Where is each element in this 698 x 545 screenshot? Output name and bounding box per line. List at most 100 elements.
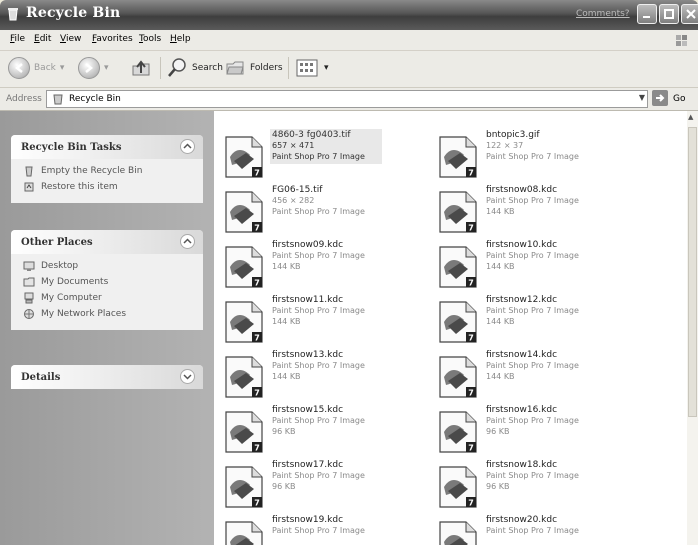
menu-help[interactable]: Help	[170, 34, 191, 44]
go-arrow-icon[interactable]	[652, 90, 668, 106]
file-name: 4860-3 fg0403.tif	[272, 130, 351, 140]
file-meta: Paint Shop Pro 7 Image	[272, 152, 365, 161]
panel-header[interactable]: Recycle Bin Tasks	[11, 135, 203, 159]
panel-header[interactable]: Other Places	[11, 230, 203, 254]
address-bar: Address Recycle Bin ▼ Go	[0, 88, 698, 111]
file-meta: Paint Shop Pro 7 Image	[272, 207, 365, 216]
expand-chevron-icon[interactable]	[180, 369, 195, 384]
scroll-up-arrow-icon[interactable]: ▲	[688, 113, 693, 121]
comments-link[interactable]: Comments?	[576, 9, 630, 19]
maximize-icon	[664, 9, 674, 19]
file-meta: Paint Shop Pro 7 Image	[272, 416, 365, 425]
file-name: firstsnow20.kdc	[486, 515, 558, 525]
svg-text:7: 7	[254, 169, 260, 178]
file-name: firstsnow10.kdc	[486, 240, 558, 250]
svg-text:7: 7	[468, 279, 474, 288]
file-item[interactable]: 7 firstsnow16.kdc Paint Shop Pro 7 Image 96…	[432, 404, 646, 456]
menu-view[interactable]: View	[60, 34, 81, 44]
file-name: firstsnow11.kdc	[272, 295, 344, 305]
file-item[interactable]: 7 firstsnow14.kdc Paint Shop Pro 7 Image 14…	[432, 349, 646, 401]
svg-text:7: 7	[254, 279, 260, 288]
file-meta: 144 KB	[272, 317, 301, 326]
file-meta: Paint Shop Pro 7 Image	[486, 471, 579, 480]
panel-header[interactable]: Details	[11, 365, 203, 389]
file-meta: 96 KB	[272, 427, 296, 436]
file-meta: Paint Shop Pro 7 Image	[486, 416, 579, 425]
address-value: Recycle Bin	[69, 94, 121, 104]
menu-favorites[interactable]: Favorites	[92, 34, 133, 44]
address-dropdown-icon[interactable]: ▼	[639, 93, 645, 102]
file-name: FG06-15.tif	[272, 185, 323, 195]
collapse-chevron-icon[interactable]	[180, 139, 195, 154]
place-my-documents[interactable]: My Documents	[23, 275, 193, 289]
paint-shop-pro-image-icon: 7	[225, 246, 263, 288]
menu-file[interactable]: File	[10, 34, 25, 44]
file-item[interactable]: 7 4860-3 fg0403.tif 657 × 471 Paint Shop Pr…	[218, 129, 432, 181]
paint-shop-pro-image-icon: 7	[225, 411, 263, 453]
title-bar[interactable]: Recycle Bin Comments?	[0, 0, 698, 30]
scrollbar-thumb[interactable]	[688, 127, 697, 417]
file-item[interactable]: 7 bntopic3.gif 122 × 37 Paint Shop Pro 7 Im…	[432, 129, 646, 181]
file-meta: 144 KB	[486, 317, 515, 326]
address-input[interactable]: Recycle Bin ▼	[46, 90, 648, 108]
menu-edit[interactable]: Edit	[34, 34, 51, 44]
paint-shop-pro-image-icon: 7	[439, 521, 477, 545]
file-item[interactable]: 7 firstsnow20.kdcPaint Shop Pro 7 Image	[432, 514, 646, 545]
file-list: 7 4860-3 fg0403.tif 657 × 471 Paint Shop Pr…	[214, 111, 687, 545]
up-folder-button[interactable]	[130, 55, 152, 81]
file-meta: Paint Shop Pro 7 Image	[272, 471, 365, 480]
file-meta: 96 KB	[486, 427, 510, 436]
collapse-chevron-icon[interactable]	[180, 234, 195, 249]
file-item[interactable]: 7 firstsnow12.kdc Paint Shop Pro 7 Image 14…	[432, 294, 646, 346]
empty-bin-icon	[25, 166, 33, 177]
file-meta: Paint Shop Pro 7 Image	[272, 361, 365, 370]
file-item[interactable]: 7 firstsnow08.kdc Paint Shop Pro 7 Image 14…	[432, 184, 646, 236]
paint-shop-pro-image-icon: 7	[439, 191, 477, 233]
task-restore-item[interactable]: Restore this item	[23, 180, 193, 194]
task-empty-recycle-bin[interactable]: Empty the Recycle Bin	[23, 164, 193, 178]
forward-button[interactable]: ▾	[78, 55, 109, 81]
go-button[interactable]: Go	[673, 94, 685, 104]
folders-icon	[226, 61, 244, 75]
file-item[interactable]: 7 firstsnow19.kdcPaint Shop Pro 7 Image	[218, 514, 432, 545]
minimize-button[interactable]	[637, 4, 657, 24]
svg-text:7: 7	[468, 224, 474, 233]
file-item[interactable]: 7 firstsnow09.kdc Paint Shop Pro 7 Image 14…	[218, 239, 432, 291]
file-meta: 657 × 471	[272, 141, 315, 150]
paint-shop-pro-image-icon: 7	[225, 136, 263, 178]
menu-tools[interactable]: Tools	[139, 34, 161, 44]
views-button[interactable]: ▾	[296, 55, 329, 81]
place-my-network-places[interactable]: My Network Places	[23, 307, 193, 321]
panel-title: Recycle Bin Tasks	[21, 142, 122, 153]
folders-label: Folders	[250, 63, 283, 73]
vertical-scrollbar[interactable]: ▲	[687, 111, 698, 545]
file-meta: 96 KB	[272, 482, 296, 491]
svg-text:7: 7	[254, 334, 260, 343]
file-item[interactable]: 7 firstsnow13.kdc Paint Shop Pro 7 Image 14…	[218, 349, 432, 401]
paint-shop-pro-image-icon: 7	[439, 411, 477, 453]
svg-text:7: 7	[254, 224, 260, 233]
maximize-button[interactable]	[659, 4, 679, 24]
place-desktop[interactable]: Desktop	[23, 259, 193, 273]
file-meta: 144 KB	[272, 262, 301, 271]
place-label: My Computer	[41, 293, 102, 303]
file-item[interactable]: 7 firstsnow17.kdc Paint Shop Pro 7 Image 96…	[218, 459, 432, 511]
file-item[interactable]: 7 firstsnow18.kdc Paint Shop Pro 7 Image 96…	[432, 459, 646, 511]
back-button[interactable]: Back ▾	[8, 55, 64, 81]
paint-shop-pro-image-icon: 7	[439, 356, 477, 398]
paint-shop-pro-image-icon: 7	[439, 136, 477, 178]
search-button[interactable]: Search	[166, 55, 223, 81]
file-meta: Paint Shop Pro 7 Image	[486, 251, 579, 260]
menu-bar: File Edit View Favorites Tools Help	[0, 30, 698, 51]
close-button[interactable]	[681, 4, 698, 24]
recycle-bin-tasks-panel: Recycle Bin Tasks Empty the Recycle Bin …	[11, 135, 203, 203]
paint-shop-pro-image-icon: 7	[439, 301, 477, 343]
file-meta: Paint Shop Pro 7 Image	[272, 526, 365, 535]
task-label: Empty the Recycle Bin	[41, 166, 143, 176]
folders-button[interactable]: Folders	[224, 55, 283, 81]
file-item[interactable]: 7 firstsnow15.kdc Paint Shop Pro 7 Image 96…	[218, 404, 432, 456]
file-item[interactable]: 7 FG06-15.tif 456 × 282 Paint Shop Pro 7 Im…	[218, 184, 432, 236]
place-my-computer[interactable]: My Computer	[23, 291, 193, 305]
file-item[interactable]: 7 firstsnow10.kdc Paint Shop Pro 7 Image 14…	[432, 239, 646, 291]
file-item[interactable]: 7 firstsnow11.kdc Paint Shop Pro 7 Image 14…	[218, 294, 432, 346]
